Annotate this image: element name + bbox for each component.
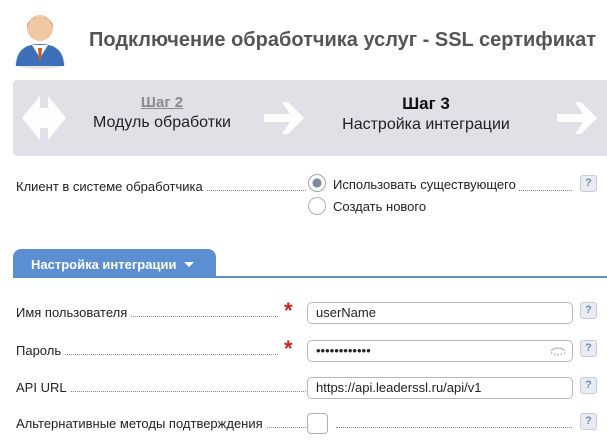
- wizard-step-current: Шаг 3 Настройка интеграции: [326, 94, 526, 134]
- page-title: Подключение обработчика услуг - SSL серт…: [89, 29, 596, 51]
- radio-create-new-label[interactable]: Создать нового: [333, 199, 430, 214]
- alt-methods-checkbox[interactable]: [307, 413, 328, 434]
- step-prev-name: Модуль обработки: [93, 114, 231, 131]
- caret-down-icon: [184, 262, 195, 267]
- password-value: ••••••••••••: [316, 343, 371, 358]
- field-alt-methods-row: Альтернативные методы подтверждения ?: [16, 411, 606, 435]
- page-header: Подключение обработчика услуг - SSL серт…: [0, 0, 607, 78]
- user-avatar-icon: [14, 15, 66, 69]
- arrow-right-icon: [264, 102, 304, 134]
- field-username-row: Имя пользователя * userName ?: [16, 300, 606, 324]
- help-button[interactable]: ?: [580, 175, 597, 192]
- api-url-input[interactable]: https://api.leaderssl.ru/api/v1: [307, 377, 573, 399]
- password-label: Пароль: [16, 343, 65, 358]
- wizard-steps: Шаг 2 Модуль обработки Шаг 3 Настройка и…: [13, 80, 607, 156]
- client-label: Клиент в системе обработчика: [16, 179, 206, 194]
- radio-use-existing-label[interactable]: Использовать существующего: [333, 177, 519, 192]
- client-row-2: Создать нового: [16, 196, 606, 220]
- back-arrow-icon[interactable]: [18, 92, 68, 144]
- step-current-name: Настройка интеграции: [342, 116, 510, 133]
- radio-use-existing[interactable]: [308, 174, 326, 192]
- required-asterisk: *: [284, 336, 293, 361]
- password-input[interactable]: ••••••••••••: [307, 340, 573, 362]
- section-tab-integration[interactable]: Настройка интеграции: [13, 249, 216, 277]
- required-asterisk: *: [284, 298, 293, 323]
- step-current-number: Шаг 3: [402, 94, 450, 113]
- step-prev-number-link[interactable]: Шаг 2: [73, 94, 251, 111]
- alt-methods-label: Альтернативные методы подтверждения: [16, 416, 266, 431]
- help-button[interactable]: ?: [580, 302, 597, 319]
- show-password-icon[interactable]: [550, 347, 566, 356]
- api-url-label: API URL: [16, 380, 70, 395]
- wizard-step-prev[interactable]: Шаг 2 Модуль обработки: [73, 94, 251, 132]
- username-input[interactable]: userName: [307, 302, 573, 324]
- client-row: Клиент в системе обработчика Использоват…: [16, 174, 606, 198]
- dotted-leader: [336, 427, 572, 428]
- username-label: Имя пользователя: [16, 305, 131, 320]
- section-tab-label: Настройка интеграции: [31, 257, 177, 272]
- help-button[interactable]: ?: [580, 340, 597, 357]
- help-button[interactable]: ?: [580, 413, 597, 430]
- arrow-next-icon[interactable]: [553, 94, 601, 142]
- help-button[interactable]: ?: [580, 377, 597, 394]
- field-password-row: Пароль * •••••••••••• ?: [16, 338, 606, 362]
- radio-create-new[interactable]: [308, 197, 326, 215]
- field-api-url-row: API URL https://api.leaderssl.ru/api/v1 …: [16, 375, 606, 399]
